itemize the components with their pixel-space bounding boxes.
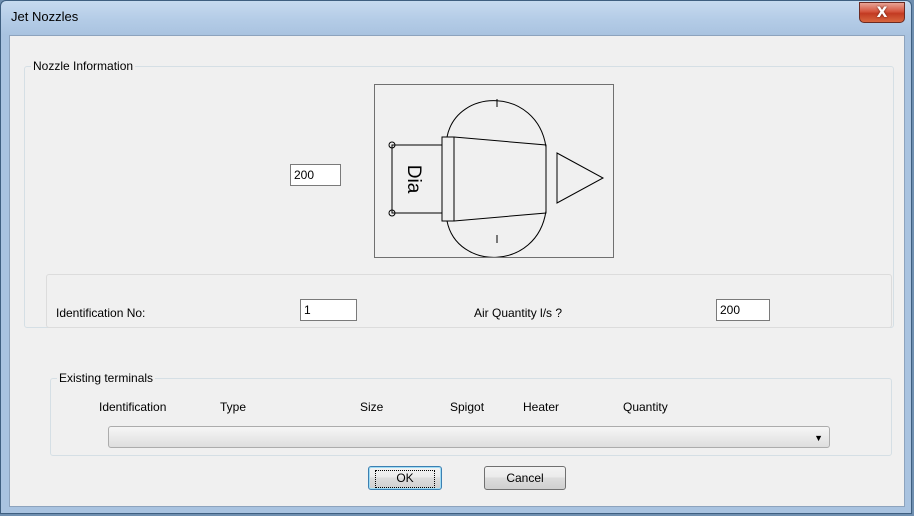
ok-focus-indicator [375,470,435,488]
close-icon: X [876,4,888,21]
chevron-down-icon: ▼ [814,433,823,443]
ok-button[interactable]: OK [368,466,442,490]
column-type: Type [220,400,247,414]
air-quantity-label: Air Quantity l/s ? [474,306,563,320]
column-heater: Heater [523,400,560,414]
window-title: Jet Nozzles [11,9,79,24]
nozzle-drawing: Dia [388,99,605,258]
existing-terminals-label: Existing terminals [57,371,156,385]
dialog-window: Jet Nozzles X Nozzle Information 200 Dia… [0,0,912,514]
air-quantity-input[interactable] [716,299,770,321]
column-size: Size [360,400,384,414]
column-identification: Identification [99,400,167,414]
existing-terminals-dropdown[interactable]: ▼ [108,426,830,448]
dialog-client-area: Nozzle Information 200 Dia Identificatio… [9,35,905,507]
column-quantity: Quantity [623,400,668,414]
nozzle-diagram: Dia [374,84,614,258]
identification-label: Identification No: [56,306,146,320]
diagram-dia-label: Dia [403,165,424,194]
diameter-input[interactable] [290,164,341,186]
cancel-button-label: Cancel [506,471,544,485]
column-spigot: Spigot [450,400,485,414]
nozzle-information-label: Nozzle Information [31,59,136,73]
cancel-button[interactable]: Cancel [484,466,566,490]
identification-input[interactable] [300,299,357,321]
close-button[interactable]: X [859,2,905,23]
